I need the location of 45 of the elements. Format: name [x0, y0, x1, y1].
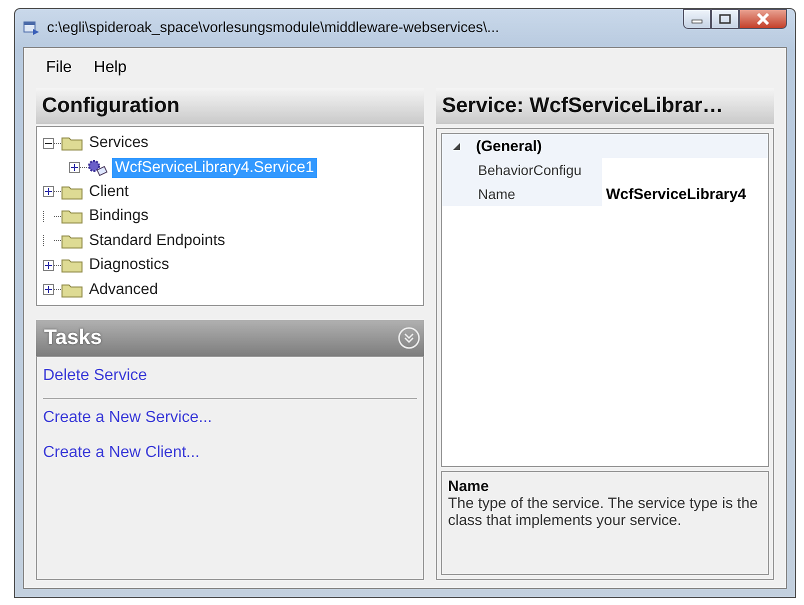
menu-item[interactable]: Help: [94, 59, 127, 77]
maximize-icon: [719, 14, 731, 24]
task-link[interactable]: Create a New Service...: [43, 409, 212, 427]
close-button[interactable]: [739, 9, 787, 29]
collapse-chevron-icon[interactable]: [398, 327, 420, 349]
expand-toggle[interactable]: [43, 260, 54, 271]
menu-item[interactable]: File: [46, 59, 72, 77]
plus-icon: [44, 285, 53, 294]
tree-item[interactable]: Bindings: [86, 206, 152, 226]
tree-item[interactable]: Advanced: [86, 280, 161, 300]
collapse-triangle-icon[interactable]: [452, 141, 462, 151]
folder-icon: [61, 135, 83, 152]
panel-title: Tasks: [44, 326, 102, 350]
folder-icon: [61, 232, 83, 249]
expand-toggle[interactable]: [43, 186, 54, 198]
property-name: Name: [477, 186, 516, 202]
folder-icon: [61, 257, 83, 274]
window-title: c:\egli\spideroak_space\vorlesungsmodule\middleware-webservices\...: [47, 20, 500, 36]
panel-header: Configuration: [36, 88, 424, 124]
panel-header: Service: WcfServiceLibrar…: [436, 88, 774, 124]
category-label: (General): [476, 138, 542, 154]
folder-icon: [61, 184, 83, 200]
expand-toggle[interactable]: [43, 284, 54, 296]
minimize-button[interactable]: [683, 9, 711, 29]
task-link[interactable]: Create a New Client...: [43, 444, 200, 462]
description-text: The type of the service. The service type is the class that implements your service.: [448, 495, 759, 529]
property-name: BehaviorConfigu: [477, 162, 583, 178]
plus-icon: [70, 163, 79, 172]
maximize-button[interactable]: [711, 9, 739, 29]
plus-icon: [44, 187, 53, 196]
tree-item[interactable]: Standard Endpoints: [86, 230, 228, 251]
collapse-toggle[interactable]: [43, 138, 54, 149]
folder-icon: [61, 282, 83, 298]
property-value[interactable]: WcfServiceLibrary4: [602, 182, 768, 206]
app-window-icon: [23, 20, 41, 36]
tree-item[interactable]: Diagnostics: [86, 255, 172, 276]
plus-icon: [44, 260, 53, 270]
tree-item[interactable]: Services: [86, 133, 152, 154]
folder-icon: [61, 208, 83, 224]
tree-item[interactable]: Client: [86, 182, 132, 202]
close-icon: [756, 13, 770, 25]
expand-toggle[interactable]: [69, 162, 80, 174]
description-title: Name: [448, 478, 490, 495]
gear-icon: [87, 158, 109, 177]
task-link[interactable]: Delete Service: [43, 367, 148, 385]
